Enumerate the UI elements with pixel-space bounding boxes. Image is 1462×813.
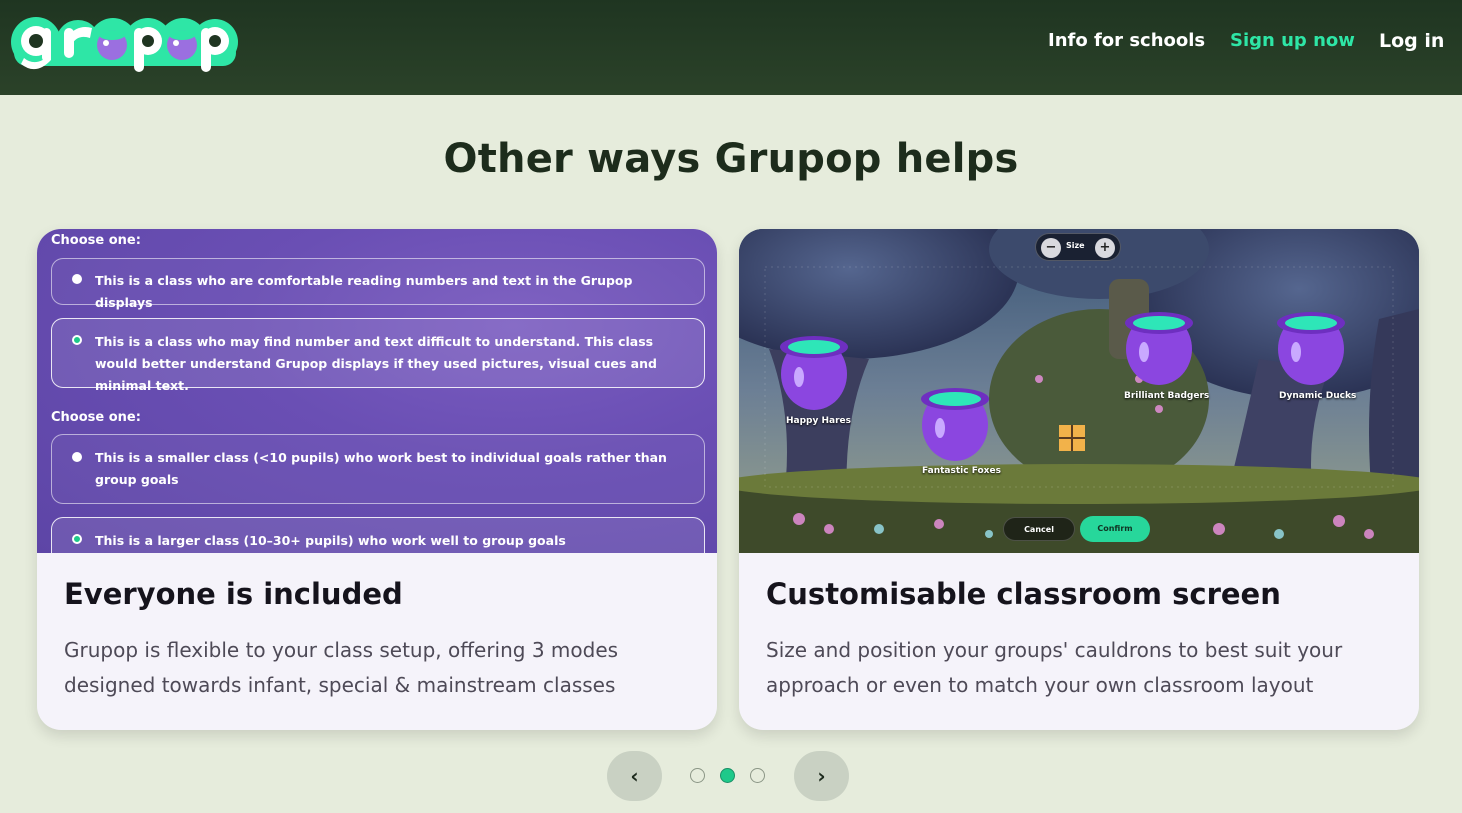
size-increase-button[interactable]: +: [1095, 238, 1115, 258]
carousel-dot-2-active[interactable]: [720, 768, 735, 783]
group-label-dynamic-ducks: Dynamic Ducks: [1279, 391, 1357, 401]
mode-options-panel: Choose one: This is a class who are comf…: [37, 229, 717, 553]
group-label-happy-hares: Happy Hares: [786, 416, 851, 426]
feature-card-customisable-screen: − Size + Happy Hares Fantastic Foxes Bri…: [739, 229, 1419, 730]
radio-selected[interactable]: [72, 534, 82, 544]
nav-sign-up-now[interactable]: Sign up now: [1230, 30, 1355, 62]
size-decrease-button[interactable]: −: [1041, 238, 1061, 258]
card-media-classroom-screen: − Size + Happy Hares Fantastic Foxes Bri…: [739, 229, 1419, 553]
mode-option-reading[interactable]: This is a class who are comfortable read…: [51, 258, 705, 310]
choose-label: Choose one:: [51, 410, 141, 425]
card-description: Size and position your groups' cauldrons…: [766, 638, 1343, 697]
card-description: Grupop is flexible to your class setup, …: [64, 638, 619, 697]
option-text: This is a smaller class (<10 pupils) who…: [95, 450, 667, 487]
radio-unselected[interactable]: [72, 274, 82, 284]
radio-selected[interactable]: [72, 335, 82, 345]
forest-scene: − Size + Happy Hares Fantastic Foxes Bri…: [739, 229, 1419, 553]
option-text: This is a class who are comfortable read…: [95, 273, 633, 310]
card-title: Everyone is included: [64, 577, 403, 611]
radio-unselected[interactable]: [72, 452, 82, 462]
nav-info-for-schools[interactable]: Info for schools: [1048, 30, 1205, 62]
nav-log-in[interactable]: Log in: [1379, 30, 1444, 62]
group-label-fantastic-foxes: Fantastic Foxes: [922, 466, 1001, 476]
grupop-logo[interactable]: [8, 10, 240, 80]
cauldron-happy-hares: [780, 336, 848, 410]
mode-option-visual[interactable]: This is a class who may find number and …: [51, 318, 705, 393]
card-media-mode-options: Choose one: This is a class who are comf…: [37, 229, 717, 553]
carousel-dot-3[interactable]: [750, 768, 765, 783]
option-text: This is a larger class (10–30+ pupils) w…: [95, 533, 566, 548]
carousel-prev-button[interactable]: ‹: [607, 751, 662, 801]
group-label-brilliant-badgers: Brilliant Badgers: [1124, 391, 1210, 401]
mode-option-smaller-class[interactable]: This is a smaller class (<10 pupils) who…: [51, 434, 705, 504]
site-header: Info for schools Sign up now Log in: [0, 0, 1462, 95]
cancel-button[interactable]: Cancel: [1003, 517, 1075, 541]
choose-label: Choose one:: [51, 233, 141, 248]
carousel-dot-1[interactable]: [690, 768, 705, 783]
feature-card-everyone-included: Choose one: This is a class who are comf…: [37, 229, 717, 730]
card-title: Customisable classroom screen: [766, 577, 1281, 611]
confirm-button[interactable]: Confirm: [1080, 516, 1150, 542]
size-control: − Size +: [1035, 233, 1121, 261]
size-label: Size: [1066, 241, 1085, 250]
section-title: Other ways Grupop helps: [443, 136, 1019, 182]
option-text: This is a class who may find number and …: [95, 334, 657, 393]
carousel-next-button[interactable]: ›: [794, 751, 849, 801]
mode-option-larger-class[interactable]: This is a larger class (10–30+ pupils) w…: [51, 517, 705, 553]
